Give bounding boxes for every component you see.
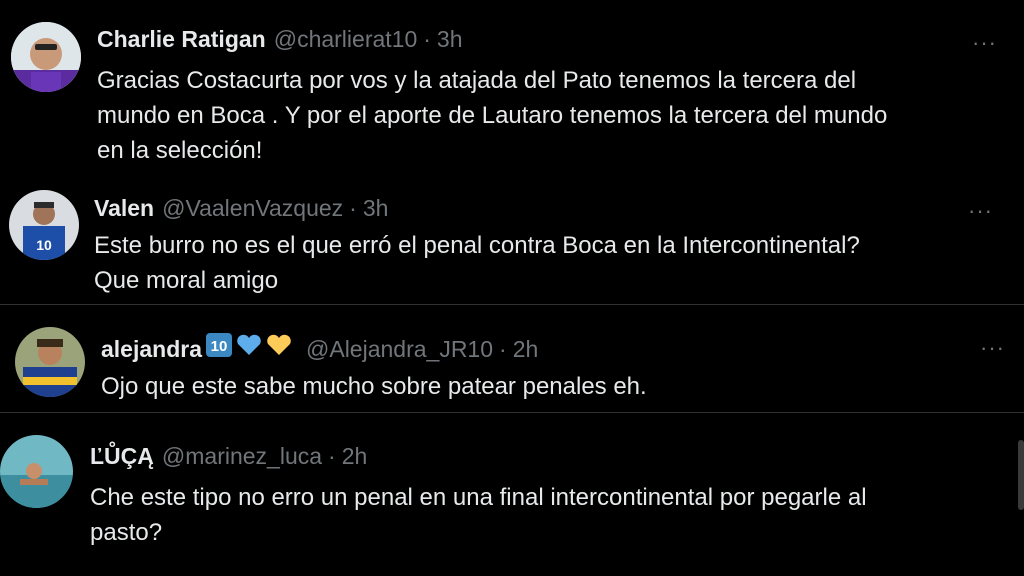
author-name[interactable]: ĽŮÇĄ <box>90 443 154 470</box>
timestamp[interactable]: 2h <box>342 443 368 470</box>
keycap-10-emoji: 10 <box>206 333 232 363</box>
tweet-text: Este burro no es el que erró el penal co… <box>94 232 860 294</box>
separator: · <box>328 443 336 469</box>
author-name[interactable]: Valen <box>94 195 154 222</box>
author-handle[interactable]: @VaalenVazquez <box>162 195 343 222</box>
tweet-text: Ojo que este sabe mucho sobre patear pen… <box>101 373 647 400</box>
author-handle[interactable]: @marinez_luca <box>162 443 322 470</box>
svg-text:10: 10 <box>211 338 228 355</box>
yellow-heart-emoji <box>266 333 292 363</box>
avatar[interactable] <box>0 435 73 508</box>
tweet-text: Gracias Costacurta por vos y la atajada … <box>97 67 888 164</box>
author-handle[interactable]: @Alejandra_JR10 <box>306 336 493 363</box>
blue-heart-emoji <box>236 333 262 363</box>
more-options-icon[interactable]: ··· <box>972 32 997 54</box>
tweet-1[interactable]: Charlie Ratigan @charlierat10 · 3h ··· G… <box>0 0 1024 178</box>
timestamp[interactable]: 3h <box>363 195 389 222</box>
tweet-3[interactable]: alejandra 10 @Alejandra_JR10 · 2h ··· Oj… <box>0 305 1024 412</box>
more-options-icon[interactable]: ··· <box>980 337 1005 359</box>
author-name[interactable]: Charlie Ratigan <box>97 26 266 53</box>
separator: · <box>349 195 357 221</box>
more-options-icon[interactable]: ··· <box>968 200 993 222</box>
avatar[interactable] <box>15 327 85 397</box>
separator: · <box>423 26 431 52</box>
avatar[interactable]: 10 <box>9 190 79 260</box>
tweet-4[interactable]: ĽŮÇĄ @marinez_luca · 2h Che este tipo no… <box>0 413 1024 576</box>
svg-text:10: 10 <box>36 237 52 253</box>
timestamp[interactable]: 3h <box>437 26 463 53</box>
author-handle[interactable]: @charlierat10 <box>274 26 418 53</box>
avatar[interactable] <box>11 22 81 92</box>
timestamp[interactable]: 2h <box>513 336 539 363</box>
author-name[interactable]: alejandra <box>101 336 202 363</box>
tweet-text: Che este tipo no erro un penal en una fi… <box>90 484 867 546</box>
tweet-2[interactable]: 10 Valen @VaalenVazquez · 3h ··· Este bu… <box>0 178 1024 304</box>
separator: · <box>499 336 507 362</box>
scrollbar[interactable] <box>1018 440 1024 510</box>
